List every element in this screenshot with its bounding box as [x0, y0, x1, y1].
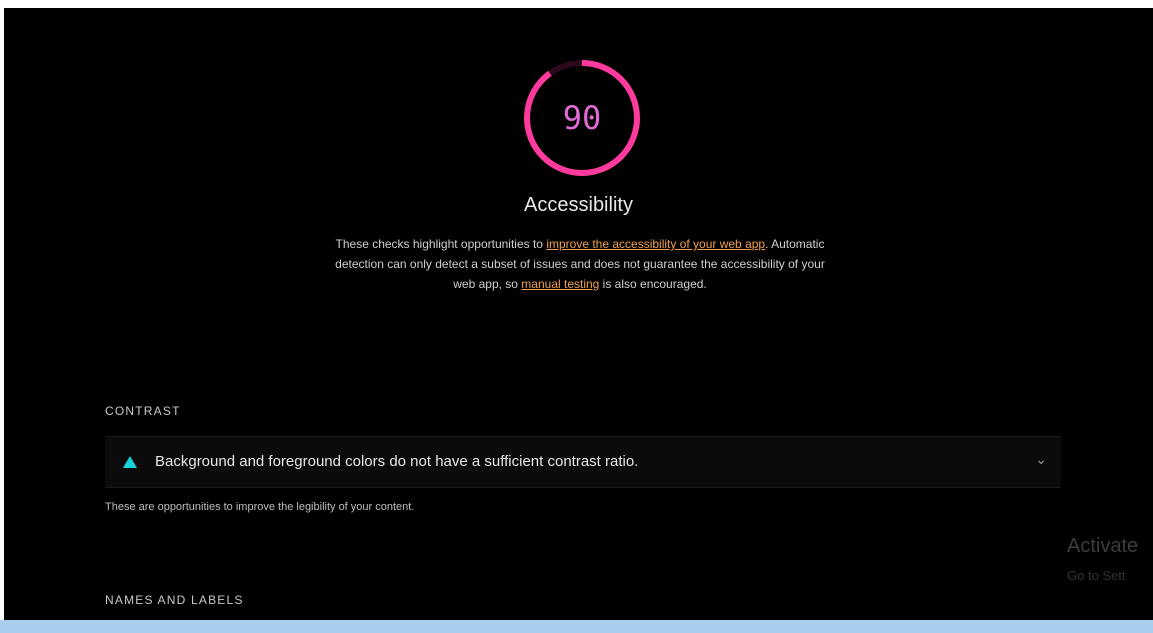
activate-windows-watermark: Activate [1067, 535, 1139, 557]
description-text-3: is also encouraged. [599, 277, 707, 291]
score-value: 90 [562, 99, 602, 137]
group-title-names-labels: NAMES AND LABELS [105, 593, 244, 607]
chevron-down-icon[interactable]: ⌄ [1035, 451, 1047, 468]
category-title: Accessibility [524, 194, 633, 216]
description-text-1: These checks highlight opportunities to [335, 237, 547, 251]
category-description: These checks highlight opportunities to … [330, 234, 830, 294]
audit-title: Background and foreground colors do not … [155, 453, 639, 470]
improve-accessibility-link[interactable]: improve the accessibility of your web ap… [546, 237, 765, 251]
report-panel: 90 Accessibility These checks highlight … [4, 8, 1153, 620]
activate-windows-subtext: Go to Sett [1067, 568, 1126, 583]
warning-triangle-icon [123, 456, 137, 468]
group-title-contrast: CONTRAST [105, 404, 181, 418]
group-description-contrast: These are opportunities to improve the l… [105, 501, 415, 513]
manual-testing-link[interactable]: manual testing [521, 277, 599, 291]
audit-contrast-row[interactable]: Background and foreground colors do not … [105, 436, 1061, 488]
score-gauge: 90 [520, 56, 644, 180]
bottom-bar [0, 620, 1153, 633]
